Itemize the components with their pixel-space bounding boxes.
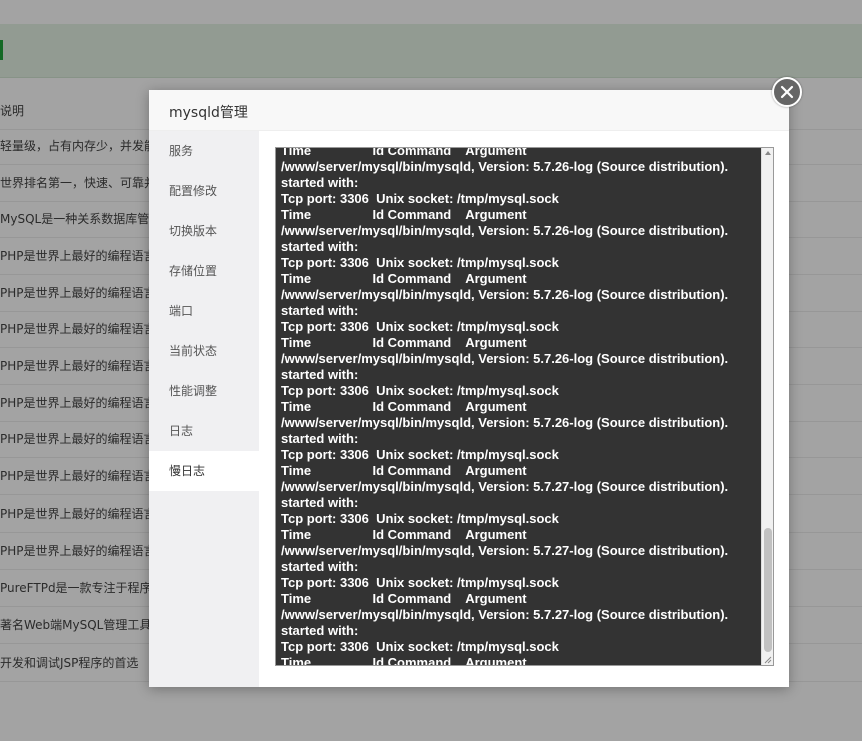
scroll-up-arrow-icon[interactable] [765,151,771,155]
sidebar-item-service[interactable]: 服务 [149,131,259,171]
sidebar-item-storage[interactable]: 存储位置 [149,251,259,291]
sidebar-item-label: 存储位置 [169,264,218,278]
sidebar-item-label: 当前状态 [169,344,218,358]
scroll-thumb[interactable] [764,528,772,652]
slow-log-textarea[interactable]: Time Id Command Argument /www/server/mys… [275,147,774,666]
dialog-content: Time Id Command Argument /www/server/mys… [259,131,789,687]
sidebar-item-switch-version[interactable]: 切换版本 [149,211,259,251]
dialog-title: mysqld管理 [169,105,248,121]
mysqld-manager-dialog: mysqld管理 服务 配置修改 切换版本 存储位置 端口 当前状态 性能调整 … [149,90,789,687]
sidebar-item-performance[interactable]: 性能调整 [149,371,259,411]
log-scrollbar[interactable] [761,148,773,665]
sidebar-item-slow-log[interactable]: 慢日志 [149,451,259,491]
dialog-sidebar: 服务 配置修改 切换版本 存储位置 端口 当前状态 性能调整 日志 慢日志 [149,131,259,687]
sidebar-item-label: 日志 [169,424,194,438]
sidebar-item-config[interactable]: 配置修改 [149,171,259,211]
dialog-header: mysqld管理 [149,90,789,131]
sidebar-item-label: 配置修改 [169,184,218,198]
close-icon [780,85,794,99]
close-button[interactable] [772,77,802,107]
resize-grip-icon[interactable] [764,656,772,664]
sidebar-item-label: 端口 [169,304,194,318]
sidebar-item-label: 性能调整 [169,384,218,398]
sidebar-item-port[interactable]: 端口 [149,291,259,331]
sidebar-item-label: 服务 [169,144,194,158]
slow-log-text: Time Id Command Argument /www/server/mys… [281,147,729,666]
sidebar-item-log[interactable]: 日志 [149,411,259,451]
sidebar-item-label: 切换版本 [169,224,218,238]
sidebar-item-label: 慢日志 [169,464,206,478]
sidebar-item-status[interactable]: 当前状态 [149,331,259,371]
